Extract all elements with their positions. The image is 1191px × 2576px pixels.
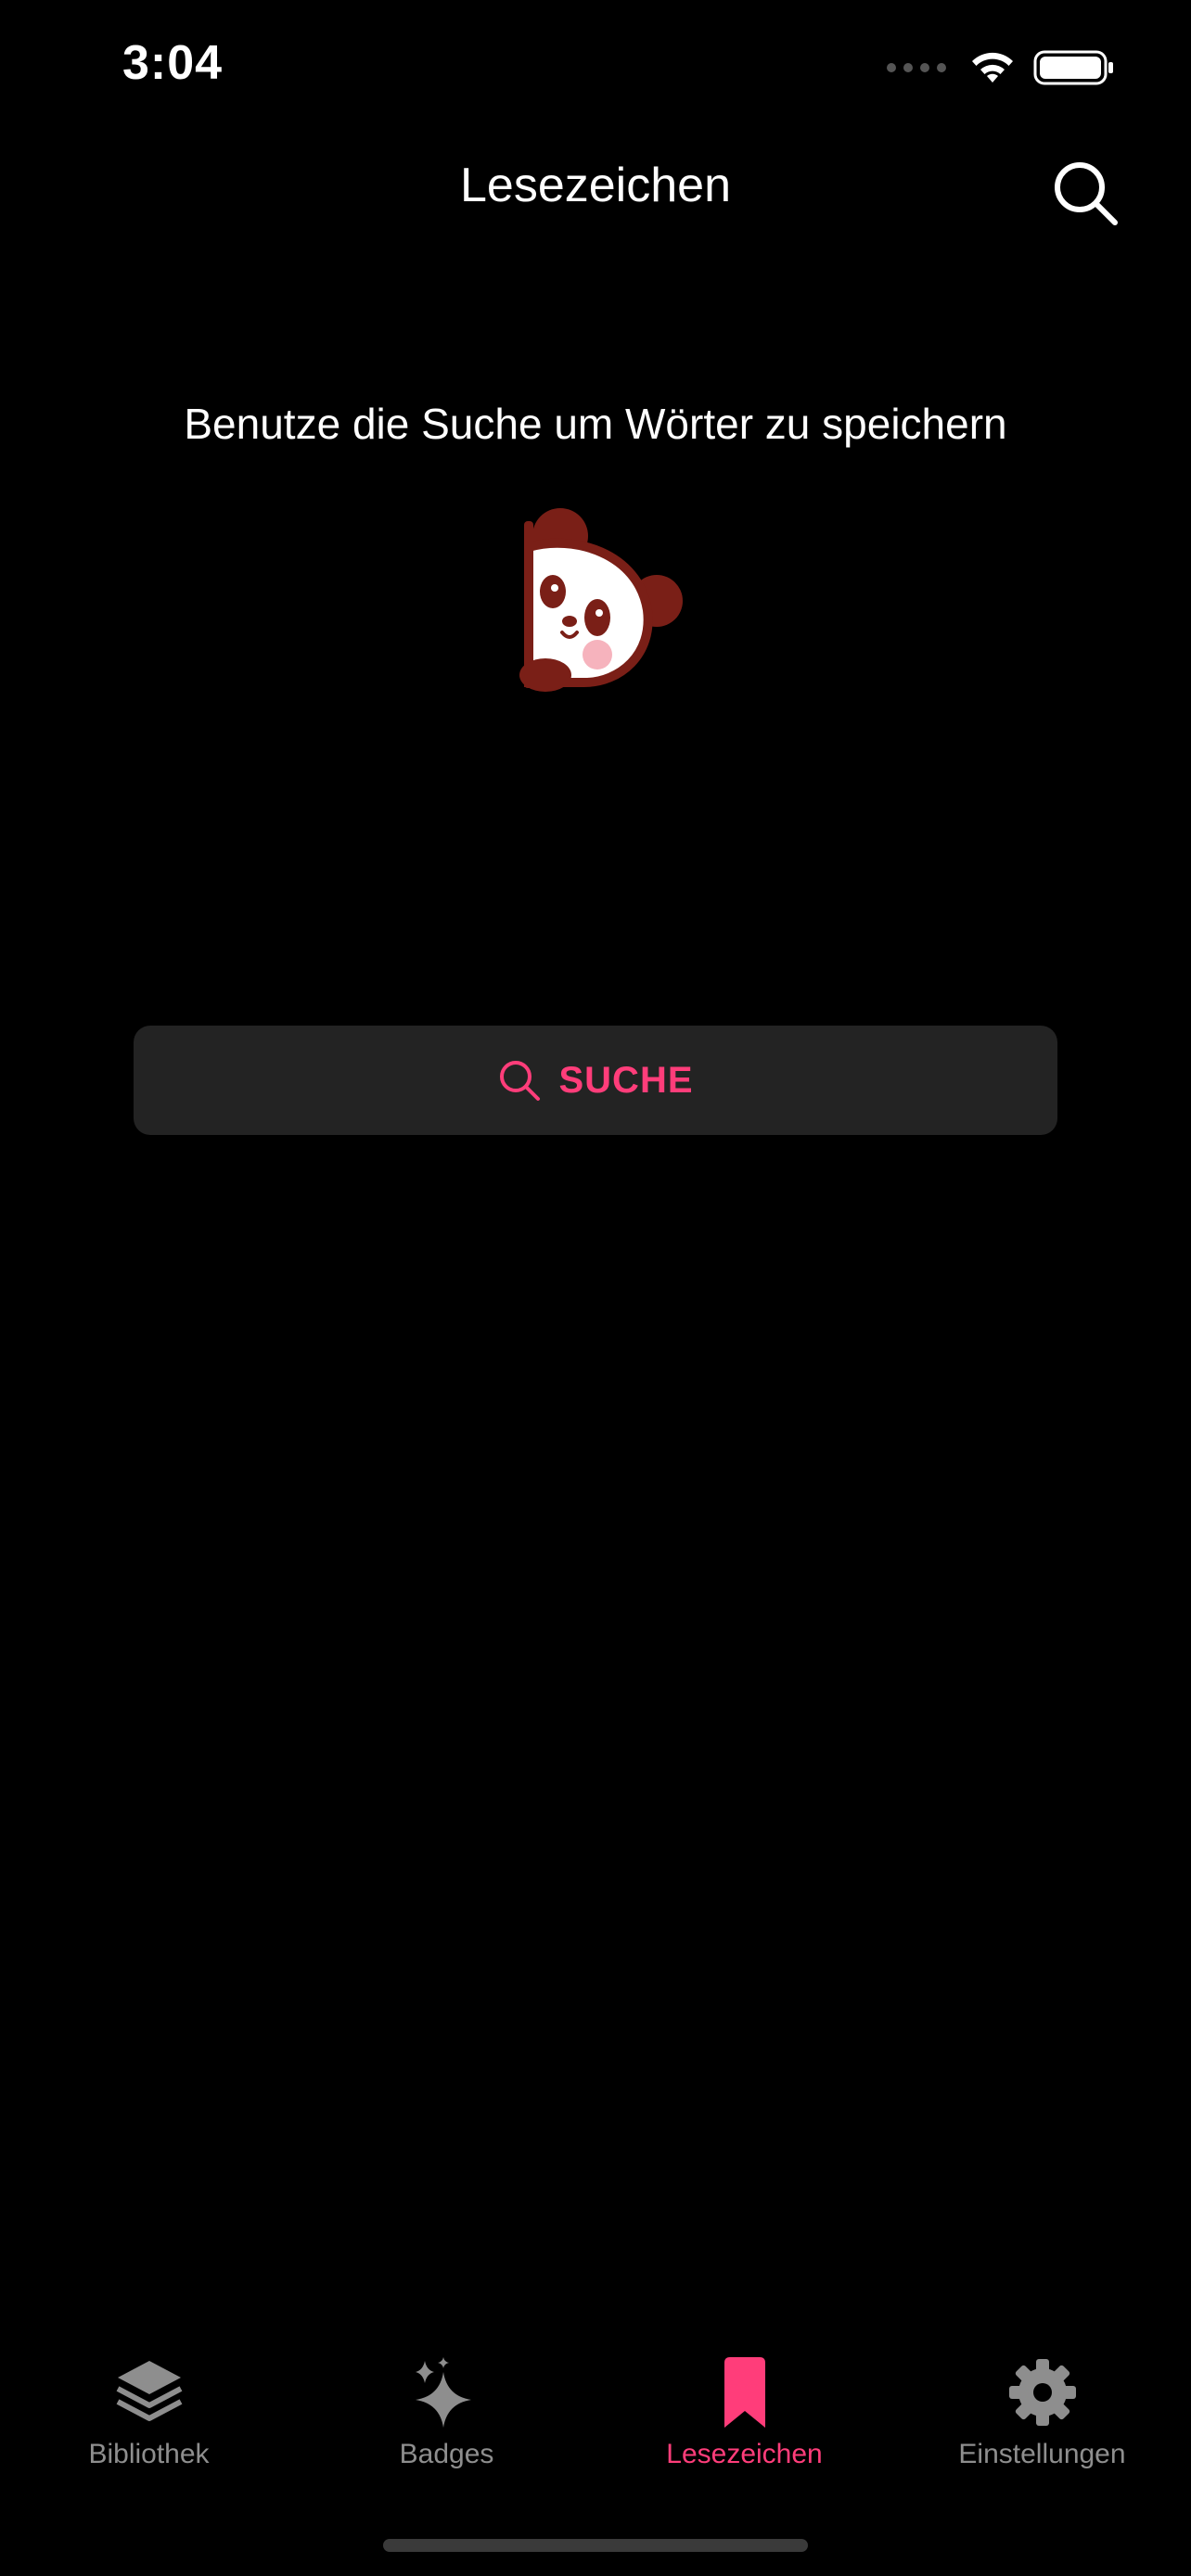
page-title: Lesezeichen [460,159,731,212]
gear-icon [1008,2359,1076,2426]
tab-label: Lesezeichen [666,2439,823,2469]
tab-einstellungen[interactable]: Einstellungen [893,2337,1191,2485]
status-time: 3:04 [122,36,224,90]
tab-label: Einstellungen [958,2439,1126,2469]
sparkles-icon [415,2357,471,2428]
search-icon [500,1061,541,1101]
home-indicator[interactable] [383,2539,808,2552]
wifi-icon [972,52,1013,83]
search-button[interactable]: SUCHE [134,1026,1057,1135]
tab-lesezeichen[interactable]: Lesezeichen [596,2337,893,2485]
tab-badges[interactable]: Badges [298,2337,596,2485]
search-icon[interactable] [1048,156,1122,230]
status-icons [887,46,1117,89]
search-button-label: SUCHE [558,1059,694,1101]
tab-bar: Bibliothek Badges Lesezeichen Einstellun… [0,2337,1191,2485]
tab-label: Bibliothek [88,2439,210,2469]
tab-label: Badges [399,2439,494,2469]
panda-peek-illustration [519,508,683,692]
stack-layers-icon [116,2361,182,2421]
signal-dots-icon [887,63,946,72]
tab-bibliothek[interactable]: Bibliothek [0,2337,298,2485]
empty-state-message: Benutze die Suche um Wörter zu speichern [184,400,1007,448]
battery-icon [1033,50,1113,85]
bookmark-icon [724,2357,765,2428]
